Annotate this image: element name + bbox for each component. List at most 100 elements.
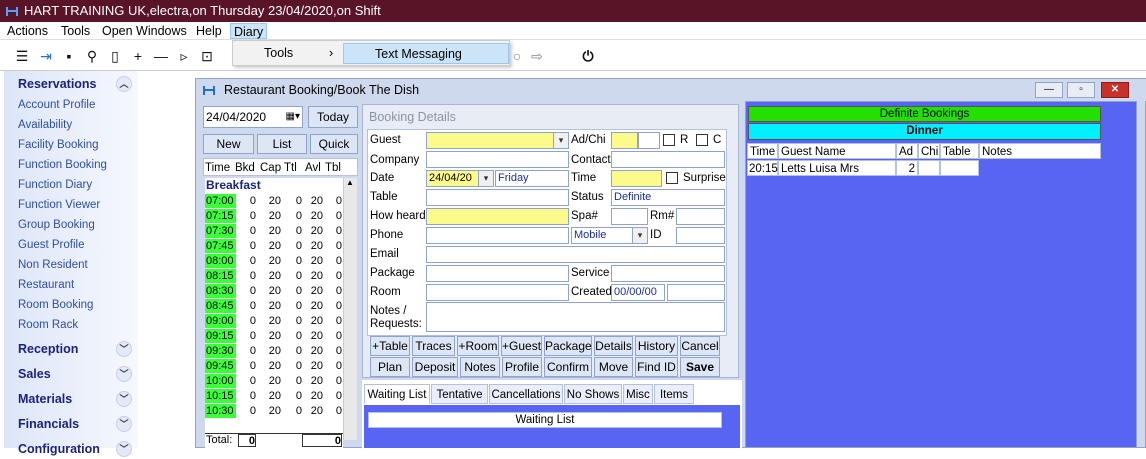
booking-date-field[interactable]: 24/04/20 ▾ <box>426 170 494 187</box>
sidebar-section-materials[interactable]: Materials ﹀ <box>4 389 136 409</box>
chevron-down-icon[interactable]: ﹀ <box>116 391 132 407</box>
time-field[interactable] <box>611 170 662 187</box>
sidebar-section-financials[interactable]: Financials ﹀ <box>4 414 136 434</box>
document-icon[interactable]: ▯ <box>106 47 124 65</box>
phone-field[interactable] <box>426 227 569 244</box>
chevron-down-icon[interactable]: ﹀ <box>116 341 132 357</box>
exit-icon[interactable]: ⇨ <box>528 47 546 65</box>
time-slot-row[interactable]: 08:00 0 20 0 20 0 <box>205 254 343 269</box>
scroll-up-icon[interactable]: ▲ <box>346 178 354 187</box>
plan-button[interactable]: Plan <box>370 357 410 377</box>
save-icon[interactable]: ▪ <box>60 47 78 65</box>
time-slot-row[interactable]: 09:00 0 20 0 20 0 <box>205 314 343 329</box>
dropdown-item-text-messaging[interactable]: Text Messaging <box>343 43 509 64</box>
list-icon[interactable]: ☰ <box>13 47 31 65</box>
company-field[interactable] <box>426 151 569 168</box>
menu-actions[interactable]: Actions <box>4 23 51 39</box>
sidebar-item-restaurant[interactable]: Restaurant <box>18 277 74 293</box>
how-heard-field[interactable] <box>426 208 569 225</box>
time-slot-row[interactable]: 08:45 0 20 0 20 0 <box>205 299 343 314</box>
service-field[interactable] <box>611 265 725 282</box>
sidebar-section-reservations[interactable]: Reservations ︿ <box>4 74 136 94</box>
power-icon[interactable]: ⏻ <box>579 47 597 65</box>
menu-open-windows[interactable]: Open Windows <box>99 23 190 39</box>
sidebar-item-room-booking[interactable]: Room Booking <box>18 297 93 313</box>
list-button[interactable]: List <box>257 134 307 154</box>
traces-button[interactable]: Traces <box>412 336 455 356</box>
time-slot-row[interactable]: 09:30 0 20 0 20 0 <box>205 344 343 359</box>
export-icon[interactable]: ⊡ <box>198 47 216 65</box>
tab-misc[interactable]: Misc <box>623 384 653 404</box>
adults-field[interactable] <box>611 132 638 149</box>
chevron-up-icon[interactable]: ︿ <box>116 76 132 92</box>
time-slot-row[interactable]: 09:15 0 20 0 20 0 <box>205 329 343 344</box>
phone-type-select[interactable]: Mobile ▾ <box>571 227 648 244</box>
login-icon[interactable]: ⇥ <box>37 47 55 65</box>
close-button[interactable]: ✕ <box>1101 82 1129 98</box>
r-checkbox[interactable] <box>663 134 675 146</box>
tab-items[interactable]: Items <box>654 384 694 404</box>
move-button[interactable]: Move <box>594 357 633 377</box>
tab-waiting-list[interactable]: Waiting List <box>364 384 430 404</box>
minimize-button[interactable]: — <box>1035 82 1063 98</box>
tab-tentative[interactable]: Tentative <box>431 384 488 404</box>
id-field[interactable] <box>676 227 725 244</box>
menu-help[interactable]: Help <box>193 23 225 39</box>
chevron-down-icon[interactable]: ﹀ <box>116 366 132 382</box>
surprise-checkbox[interactable] <box>666 172 678 184</box>
sidebar-item-function-viewer[interactable]: Function Viewer <box>18 197 100 213</box>
calendar-icon[interactable]: ▦▾ <box>286 107 300 127</box>
sidebar-item-non-resident[interactable]: Non Resident <box>18 257 88 273</box>
sidebar-item-availability[interactable]: Availability <box>18 117 72 133</box>
package-button[interactable]: Package <box>544 336 592 356</box>
sidebar-section-sales[interactable]: Sales ﹀ <box>4 364 136 384</box>
notes-field[interactable] <box>426 302 725 332</box>
new-button[interactable]: New <box>203 134 254 154</box>
chevron-down-icon[interactable]: ▾ <box>632 228 647 243</box>
history-button[interactable]: History <box>635 336 678 356</box>
search-icon[interactable]: ⚲ <box>83 47 101 65</box>
add-icon[interactable]: + <box>129 47 147 65</box>
time-slot-row[interactable]: 08:15 0 20 0 20 0 <box>205 269 343 284</box>
slot-scrollbar[interactable]: ▲ <box>343 178 357 440</box>
tab-no-shows[interactable]: No Shows <box>564 384 622 404</box>
tab-cancellations[interactable]: Cancellations <box>489 384 563 404</box>
find-id-button[interactable]: Find ID <box>635 357 678 377</box>
time-slot-row[interactable]: 10:15 0 20 0 20 0 <box>205 389 343 404</box>
deposit-button[interactable]: Deposit <box>412 357 458 377</box>
chevron-down-icon[interactable]: ﹀ <box>116 441 132 457</box>
time-slot-row[interactable]: 09:45 0 20 0 20 0 <box>205 359 343 374</box>
sidebar-item-function-diary[interactable]: Function Diary <box>18 177 92 193</box>
c-checkbox[interactable] <box>696 134 708 146</box>
guest-button[interactable]: +Guest <box>501 336 542 356</box>
time-slot-row[interactable]: 08:30 0 20 0 20 0 <box>205 284 343 299</box>
menu-diary[interactable]: Diary <box>230 23 268 39</box>
sidebar-section-reception[interactable]: Reception ﹀ <box>4 339 136 359</box>
sidebar-item-guest-profile[interactable]: Guest Profile <box>18 237 84 253</box>
date-picker[interactable]: 24/04/2020 ▦▾ <box>203 106 303 128</box>
remove-icon[interactable]: — <box>152 47 170 65</box>
chevron-down-icon[interactable]: ﹀ <box>116 416 132 432</box>
guest-field[interactable]: ▾ <box>426 132 569 149</box>
notes-button[interactable]: Notes <box>460 357 500 377</box>
dropdown-item-tools[interactable]: Tools <box>264 43 293 64</box>
today-button[interactable]: Today <box>308 106 358 128</box>
room-field[interactable] <box>426 284 569 301</box>
table-button[interactable]: +Table <box>370 336 410 356</box>
quick-button[interactable]: Quick <box>310 134 358 154</box>
table-field[interactable] <box>426 189 569 206</box>
package-field[interactable] <box>426 265 569 282</box>
chevron-down-icon[interactable]: ▾ <box>553 133 568 148</box>
contact-field[interactable] <box>611 151 725 168</box>
sidebar-item-facility-booking[interactable]: Facility Booking <box>18 137 99 153</box>
time-slot-row[interactable]: 07:45 0 20 0 20 0 <box>205 239 343 254</box>
sidebar-item-group-booking[interactable]: Group Booking <box>18 217 95 233</box>
time-slot-row[interactable]: 10:00 0 20 0 20 0 <box>205 374 343 389</box>
children-field[interactable] <box>638 132 660 149</box>
sidebar-item-account-profile[interactable]: Account Profile <box>18 97 95 113</box>
email-field[interactable] <box>426 246 725 263</box>
sidebar-item-room-rack[interactable]: Room Rack <box>18 317 78 333</box>
confirm-button[interactable]: Confirm <box>544 357 592 377</box>
rm-field[interactable] <box>676 208 725 225</box>
time-slot-row[interactable]: 10:30 0 20 0 20 0 <box>205 404 343 419</box>
